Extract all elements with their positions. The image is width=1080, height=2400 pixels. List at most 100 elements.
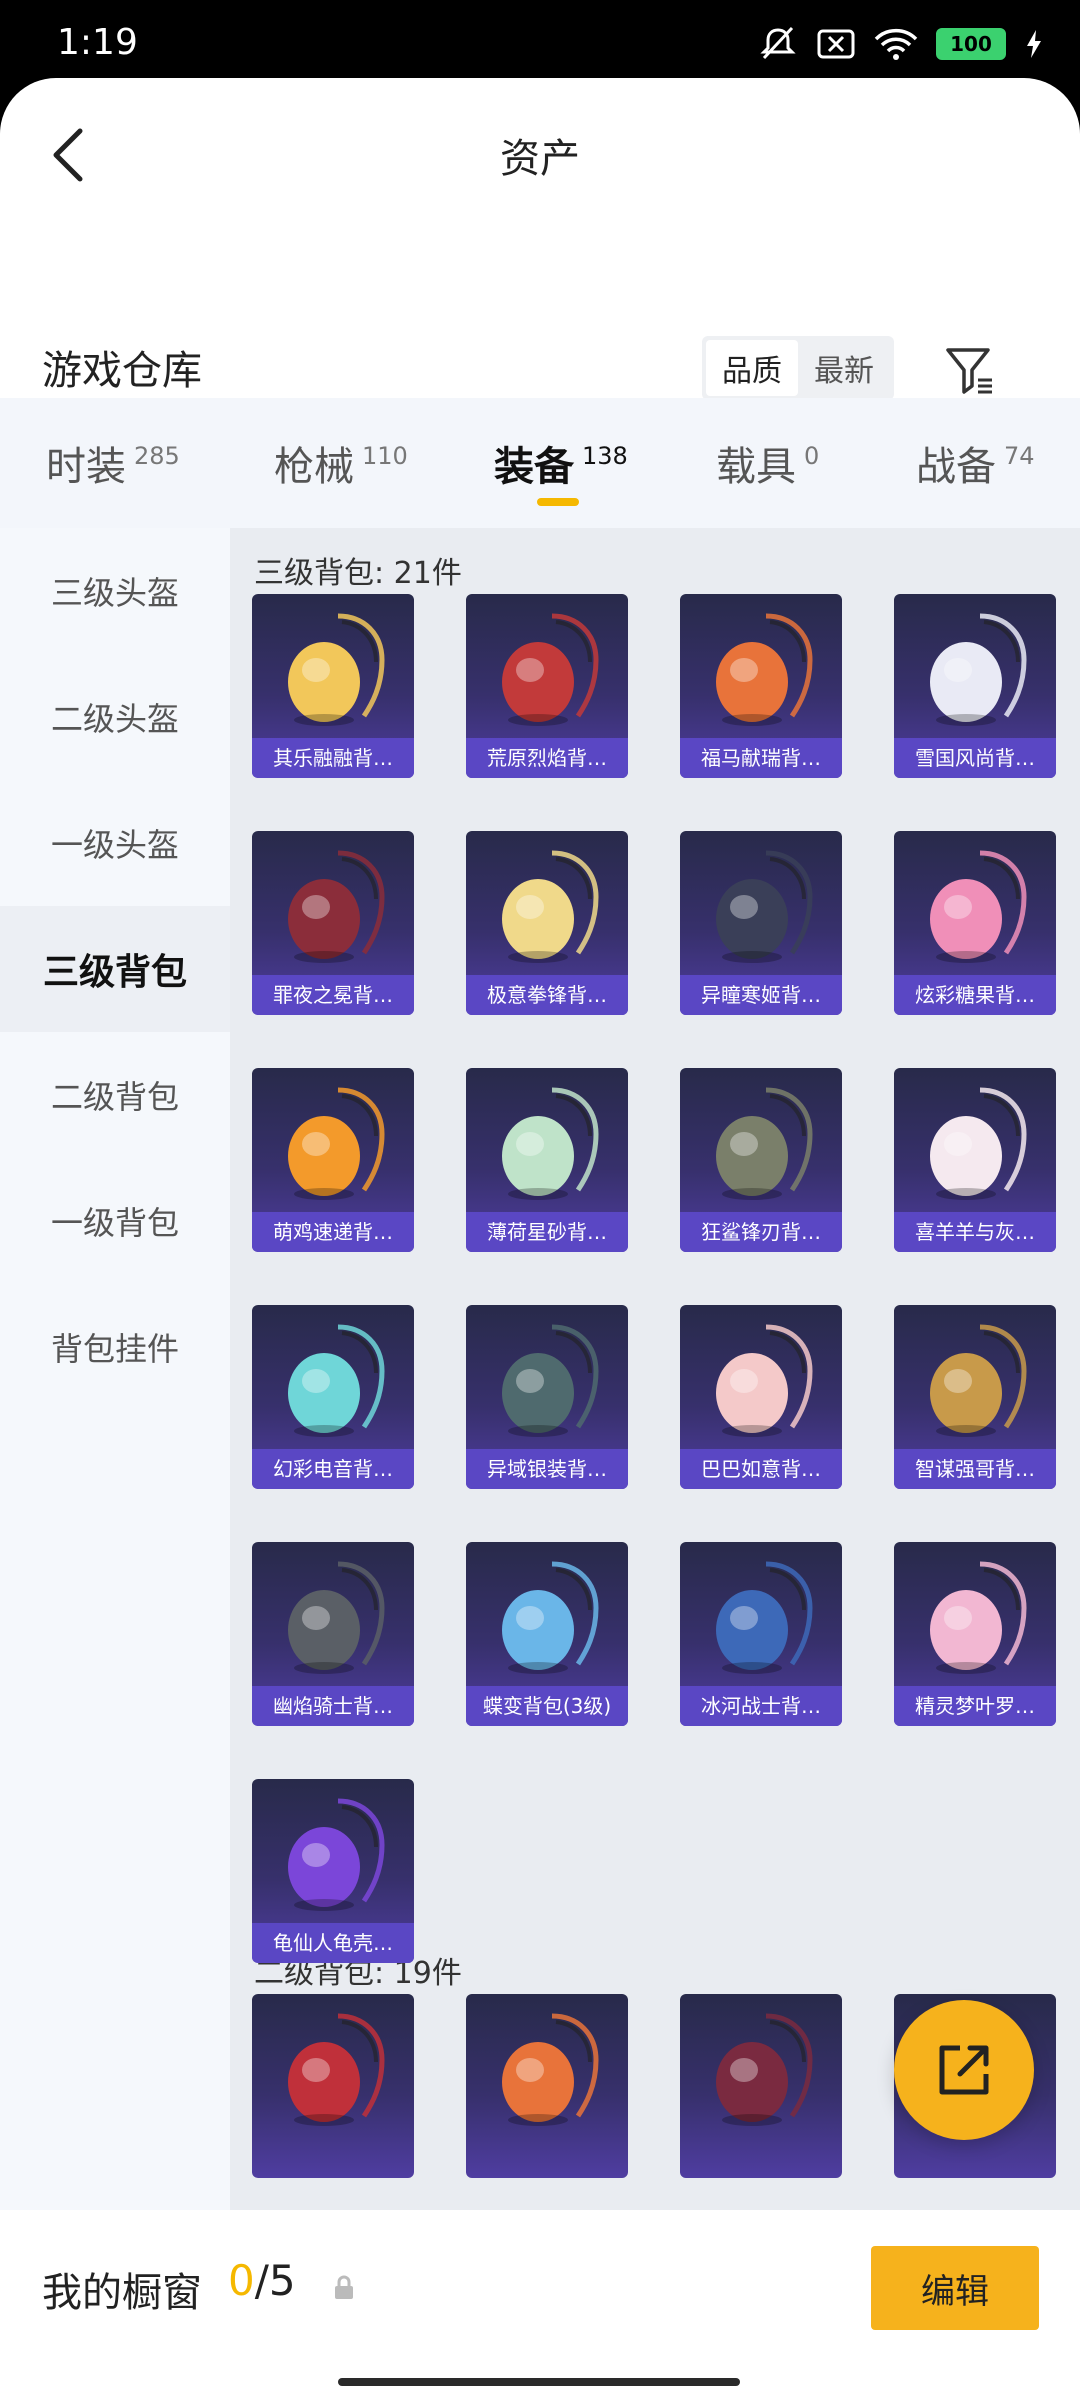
item-card[interactable]: 其乐融融背… (252, 594, 414, 778)
sidebar-item-helmet-l1[interactable]: 一级头盔 (0, 780, 230, 906)
showcase-current: 0 (228, 2256, 255, 2305)
wifi-icon (874, 27, 918, 61)
tab-fashion[interactable]: 时装 285 (46, 398, 180, 528)
item-name: 龟仙人龟壳… (252, 1923, 414, 1963)
home-indicator (338, 2378, 740, 2386)
item-card[interactable]: 蝶变背包(3级) (466, 1542, 628, 1726)
backpack-image (930, 1087, 1027, 1200)
item-card[interactable]: 龟仙人龟壳… (252, 1779, 414, 1963)
edit-button[interactable]: 编辑 (871, 2246, 1039, 2330)
sidebar-item-backpack-l1[interactable]: 一级背包 (0, 1158, 230, 1284)
battery-icon: 100 (936, 28, 1006, 60)
group-title: 三级背包: 21件 (254, 556, 462, 591)
item-card[interactable]: 炫彩糖果背… (894, 831, 1056, 1015)
item-name: 罪夜之冕背… (252, 975, 414, 1015)
item-card[interactable]: 异域银装背… (466, 1305, 628, 1489)
filter-button[interactable] (940, 340, 1000, 400)
item-card[interactable]: 薄荷星砂背… (466, 1068, 628, 1252)
backpack-image (288, 1561, 385, 1674)
item-name: 智谋强哥背… (894, 1449, 1056, 1489)
item-name: 荒原烈焰背… (466, 738, 628, 778)
item-card[interactable] (680, 1994, 842, 2178)
item-card[interactable]: 智谋强哥背… (894, 1305, 1056, 1489)
showcase-count: 0/5 (228, 2256, 296, 2305)
item-card[interactable]: 罪夜之冕背… (252, 831, 414, 1015)
showcase-bar: 我的橱窗 0/5 编辑 (0, 2210, 1080, 2400)
status-bar: 1:19 100 (0, 0, 1080, 80)
item-name: 异瞳寒姬背… (680, 975, 842, 1015)
top-nav: 资产 (0, 78, 1080, 228)
item-card[interactable]: 喜羊羊与灰… (894, 1068, 1056, 1252)
backpack-image (716, 1087, 813, 1200)
item-card[interactable]: 异瞳寒姬背… (680, 831, 842, 1015)
item-card[interactable]: 精灵梦叶罗… (894, 1542, 1056, 1726)
sidebar-item-backpack-charm[interactable]: 背包挂件 (0, 1284, 230, 1410)
backpack-image (502, 1561, 599, 1674)
filter-icon (946, 348, 992, 394)
sidebar-item-helmet-l3[interactable]: 三级头盔 (0, 528, 230, 654)
item-card[interactable]: 幻彩电音背… (252, 1305, 414, 1489)
backpack-image (288, 1798, 385, 1911)
item-card[interactable]: 狂鲨锋刃背… (680, 1068, 842, 1252)
item-name: 巴巴如意背… (680, 1449, 842, 1489)
backpack-image (716, 850, 813, 963)
sort-newest-button[interactable]: 最新 (798, 340, 890, 396)
sub-category-sidebar: 三级头盔 二级头盔 一级头盔 三级背包 二级背包 一级背包 背包挂件 (0, 528, 230, 2288)
backpack-image (288, 613, 385, 726)
item-name: 蝶变背包(3级) (466, 1686, 628, 1726)
item-card[interactable]: 冰河战士背… (680, 1542, 842, 1726)
item-card[interactable] (466, 1994, 628, 2178)
item-card[interactable] (252, 1994, 414, 2178)
item-name: 极意拳锋背… (466, 975, 628, 1015)
item-card[interactable]: 幽焰骑士背… (252, 1542, 414, 1726)
tab-label: 枪械 (274, 444, 354, 490)
item-name: 精灵梦叶罗… (894, 1686, 1056, 1726)
section-title: 游戏仓库 (42, 348, 202, 394)
backpack-image (930, 613, 1027, 726)
backpack-image (716, 1324, 813, 1437)
sidebar-item-backpack-l3[interactable]: 三级背包 (0, 906, 230, 1032)
tab-supplies[interactable]: 战备 74 (916, 398, 1035, 528)
backpack-image (288, 1087, 385, 1200)
sidebar-item-helmet-l2[interactable]: 二级头盔 (0, 654, 230, 780)
item-name: 萌鸡速递背… (252, 1212, 414, 1252)
tab-label: 装备 (494, 444, 574, 490)
backpack-image (716, 2013, 813, 2126)
tab-guns[interactable]: 枪械 110 (274, 398, 408, 528)
backpack-image (716, 613, 813, 726)
tab-vehicles[interactable]: 载具 0 (716, 398, 819, 528)
category-tabs: 时装 285 枪械 110 装备 138 载具 0 战备 74 (0, 398, 1080, 528)
lock-icon (335, 2275, 353, 2299)
item-card[interactable]: 萌鸡速递背… (252, 1068, 414, 1252)
share-button[interactable] (894, 2000, 1034, 2140)
tab-count: 285 (134, 442, 180, 470)
sort-quality-button[interactable]: 品质 (706, 340, 798, 396)
item-name: 异域银装背… (466, 1449, 628, 1489)
showcase-total: /5 (254, 2256, 296, 2305)
status-icons: 100 (758, 26, 1044, 62)
item-name: 幽焰骑士背… (252, 1686, 414, 1726)
item-card[interactable]: 福马献瑞背… (680, 594, 842, 778)
item-name: 冰河战士背… (680, 1686, 842, 1726)
item-card[interactable]: 巴巴如意背… (680, 1305, 842, 1489)
tab-equipment[interactable]: 装备 138 (494, 398, 628, 528)
item-name: 雪国风尚背… (894, 738, 1056, 778)
item-name: 幻彩电音背… (252, 1449, 414, 1489)
item-card[interactable]: 雪国风尚背… (894, 594, 1056, 778)
backpack-image (930, 850, 1027, 963)
external-link-icon (939, 2045, 989, 2095)
page-title: 资产 (500, 136, 580, 182)
item-card[interactable]: 极意拳锋背… (466, 831, 628, 1015)
backpack-image (288, 1324, 385, 1437)
item-name: 福马献瑞背… (680, 738, 842, 778)
backpack-image (930, 1324, 1027, 1437)
backpack-image (502, 613, 599, 726)
item-card[interactable]: 荒原烈焰背… (466, 594, 628, 778)
status-time: 1:19 (57, 22, 138, 63)
active-tab-indicator (537, 498, 579, 506)
tab-label: 战备 (916, 444, 996, 490)
item-name: 狂鲨锋刃背… (680, 1212, 842, 1252)
backpack-image (288, 850, 385, 963)
sidebar-item-backpack-l2[interactable]: 二级背包 (0, 1032, 230, 1158)
app-sheet: 资产 游戏仓库 品质 最新 时装 285 枪械 110 装备 138 载具 0 … (0, 78, 1080, 2400)
